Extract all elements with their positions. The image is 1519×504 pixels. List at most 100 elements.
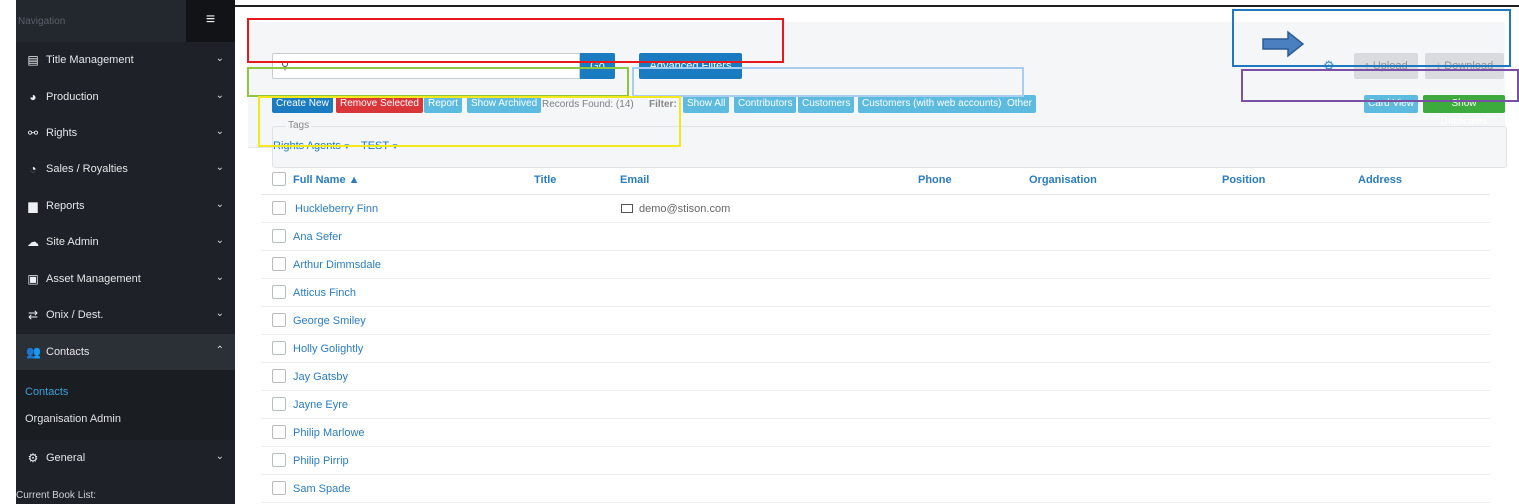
contact-name[interactable]: George Smiley — [293, 315, 366, 327]
select-all-checkbox[interactable] — [272, 172, 286, 186]
table-row[interactable]: Ana Sefer — [261, 223, 1490, 251]
table-row[interactable]: Huckleberry Finn demo@stison.com — [261, 195, 1490, 223]
chevron-down-icon: ⌄ — [215, 53, 224, 64]
row-checkbox[interactable] — [272, 481, 286, 495]
row-checkbox[interactable] — [272, 257, 286, 271]
upload-button[interactable]: ↑ Upload — [1354, 53, 1418, 79]
row-checkbox[interactable] — [272, 369, 286, 383]
filter-label: Filter: — [649, 99, 677, 110]
filter-customers-web[interactable]: Customers (with web accounts) — [858, 95, 1006, 113]
contact-name[interactable]: Holly Golightly — [293, 343, 363, 355]
contacts-submenu: Contacts Organisation Admin — [16, 370, 235, 440]
table-row[interactable]: George Smiley — [261, 307, 1490, 335]
sidebar-header-label: Navigation — [18, 16, 66, 27]
card-view-button[interactable]: Card View — [1364, 95, 1418, 113]
show-duplicates-button[interactable]: Show Duplicates — [1423, 95, 1505, 127]
current-book-list-label: Current Book List: — [16, 490, 97, 501]
contact-name[interactable]: Jayne Eyre — [293, 399, 348, 411]
tag-dropdown-label: TEST — [361, 140, 390, 152]
tag-dropdown-test[interactable]: TEST ▼ — [361, 140, 399, 152]
table-row[interactable]: Sam Spade — [261, 475, 1490, 503]
remove-selected-button[interactable]: Remove Selected — [336, 95, 423, 113]
sidebar-item-onix-dest[interactable]: ⇄ Onix / Dest. ⌄ — [16, 297, 235, 333]
records-found-count: Records Found: (14) — [542, 99, 634, 110]
row-checkbox[interactable] — [272, 229, 286, 243]
book-icon: ▤ — [27, 53, 39, 67]
row-checkbox[interactable] — [272, 341, 286, 355]
sidebar-item-general[interactable]: ⚙ General ⌄ — [16, 440, 235, 476]
contact-name[interactable]: Huckleberry Finn — [295, 203, 378, 215]
row-checkbox[interactable] — [272, 285, 286, 299]
contact-name[interactable]: Atticus Finch — [293, 287, 356, 299]
tag-dropdown-rights-agents[interactable]: Rights Agents ▼ — [273, 140, 351, 152]
table-row[interactable]: Jay Gatsby — [261, 363, 1490, 391]
filter-contributors[interactable]: Contributors — [734, 95, 797, 113]
show-archived-button[interactable]: Show Archived — [467, 95, 542, 113]
contact-name[interactable]: Philip Pirrip — [293, 455, 349, 467]
report-button[interactable]: Report — [424, 95, 463, 113]
filter-other[interactable]: Other — [1003, 95, 1037, 113]
row-checkbox[interactable] — [272, 201, 286, 215]
col-full-name[interactable]: Full Name ▲ — [293, 174, 360, 186]
create-new-button[interactable]: Create New — [272, 95, 333, 113]
sidebar: Navigation ≡ ▤ Title Management ⌄ ◕ Prod… — [0, 0, 235, 504]
row-checkbox[interactable] — [272, 425, 286, 439]
sidebar-item-label: Rights — [46, 127, 78, 139]
sidebar-edge — [0, 0, 16, 504]
subnav-organisation-admin[interactable]: Organisation Admin — [25, 413, 121, 425]
col-email[interactable]: Email — [620, 174, 649, 186]
hamburger-icon[interactable]: ≡ — [186, 0, 235, 42]
contact-name[interactable]: Arthur Dimmsdale — [293, 259, 381, 271]
row-checkbox[interactable] — [272, 313, 286, 327]
table-row[interactable]: Jayne Eyre — [261, 391, 1490, 419]
table-row[interactable]: Atticus Finch — [261, 279, 1490, 307]
sidebar-item-production[interactable]: ◕ Production ⌄ — [16, 79, 235, 115]
sidebar-item-label: Title Management — [46, 54, 134, 66]
chevron-down-icon: ⌄ — [215, 199, 224, 210]
sidebar-item-label: Production — [46, 91, 99, 103]
search-input[interactable] — [297, 57, 575, 75]
contact-name[interactable]: Jay Gatsby — [293, 371, 348, 383]
cloud-icon: ☁ — [27, 235, 39, 249]
pie-chart-icon: ◔ — [29, 162, 37, 176]
contact-name[interactable]: Ana Sefer — [293, 231, 342, 243]
filter-customers[interactable]: Customers — [798, 95, 855, 113]
filter-show-all[interactable]: Show All — [683, 95, 730, 113]
contact-name[interactable]: Sam Spade — [293, 483, 350, 495]
sidebar-item-label: General — [46, 452, 86, 464]
annotation-arrow-icon — [1262, 30, 1304, 58]
table-row[interactable]: Arthur Dimmsdale — [261, 251, 1490, 279]
table-row[interactable]: Philip Marlowe — [261, 419, 1490, 447]
download-button[interactable]: ↓ Download — [1425, 53, 1504, 79]
table-row[interactable]: Holly Golightly — [261, 335, 1490, 363]
sidebar-item-rights[interactable]: ⚯ Rights ⌄ — [16, 115, 235, 151]
sidebar-item-title-management[interactable]: ▤ Title Management ⌄ — [16, 42, 235, 78]
go-button[interactable]: Go — [580, 53, 615, 79]
row-checkbox[interactable] — [272, 453, 286, 467]
col-title[interactable]: Title — [534, 174, 556, 186]
gears-icon[interactable]: ⚙ — [1323, 58, 1335, 74]
col-address[interactable]: Address — [1358, 174, 1402, 186]
sidebar-item-contacts[interactable]: 👥 Contacts ⌃ — [16, 334, 235, 370]
subnav-contacts[interactable]: Contacts — [25, 386, 68, 398]
contact-email: demo@stison.com — [621, 203, 730, 215]
sidebar-item-reports[interactable]: ▆ Reports ⌄ — [16, 188, 235, 224]
chevron-down-icon: ⌄ — [215, 235, 224, 246]
advanced-filters-button[interactable]: Advanced Filters — [639, 53, 742, 79]
contact-name[interactable]: Philip Marlowe — [293, 427, 365, 439]
row-checkbox[interactable] — [272, 397, 286, 411]
chevron-down-icon: ⌄ — [215, 451, 224, 462]
table-row[interactable]: Philip Pirrip — [261, 447, 1490, 475]
col-phone[interactable]: Phone — [918, 174, 952, 186]
filter-panel: ⚲ Go Advanced Filters ⚙ ↑ Upload ↓ Downl… — [248, 22, 1507, 168]
caret-down-icon: ▼ — [342, 142, 351, 151]
search-box[interactable]: ⚲ — [272, 53, 580, 79]
col-organisation[interactable]: Organisation — [1029, 174, 1097, 186]
col-position[interactable]: Position — [1222, 174, 1265, 186]
email-text: demo@stison.com — [639, 203, 731, 215]
chevron-down-icon: ⌄ — [215, 90, 224, 101]
transfer-arrows-icon: ⇄ — [27, 308, 39, 322]
sidebar-item-asset-management[interactable]: ▣ Asset Management ⌄ — [16, 261, 235, 297]
sidebar-item-site-admin[interactable]: ☁ Site Admin ⌄ — [16, 224, 235, 260]
sidebar-item-sales-royalties[interactable]: ◔ Sales / Royalties ⌄ — [16, 151, 235, 187]
